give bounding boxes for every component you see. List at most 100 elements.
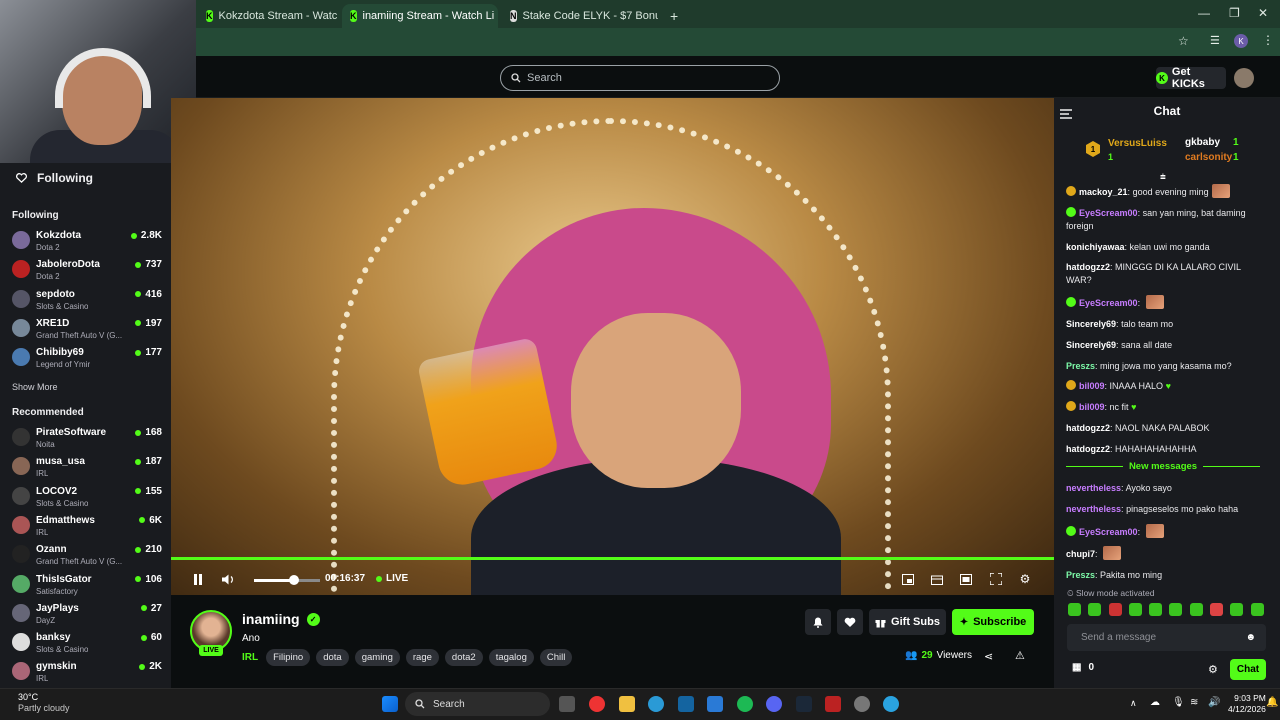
show-more-link[interactable]: Show More <box>12 382 58 392</box>
chat-username[interactable]: EyeScream00 <box>1079 298 1138 308</box>
chat-username[interactable]: bil009 <box>1079 381 1105 391</box>
dota-icon[interactable] <box>825 696 841 712</box>
chat-username[interactable]: nevertheless <box>1066 504 1121 514</box>
mini-player-icon[interactable] <box>900 571 916 587</box>
emote-icon[interactable] <box>1088 603 1102 616</box>
leader-name[interactable]: VersusLuiss <box>1108 138 1167 149</box>
outlook-icon[interactable] <box>707 696 723 712</box>
stream-tag[interactable]: gaming <box>354 649 400 666</box>
video-player[interactable] <box>171 98 1054 595</box>
get-kicks-button[interactable]: K Get KICKs <box>1156 66 1226 90</box>
stream-tag[interactable]: Filipino <box>266 649 311 666</box>
emote-icon[interactable] <box>1230 603 1244 616</box>
taskbar-clock[interactable]: 9:03 PM 4/12/2026 <box>1228 693 1266 715</box>
telegram-icon[interactable] <box>883 696 899 712</box>
sidebar-channel-item[interactable]: gymskin IRL 2K <box>12 659 162 687</box>
volume-icon[interactable] <box>220 571 236 587</box>
clip-icon[interactable] <box>929 571 945 587</box>
steam-icon[interactable] <box>796 696 812 712</box>
minimize-icon[interactable]: — <box>1198 6 1210 20</box>
edge-icon[interactable] <box>648 696 664 712</box>
chat-username[interactable]: bil009 <box>1079 402 1105 412</box>
microphone-icon[interactable]: 🎙 <box>1172 697 1185 708</box>
windows-start-icon[interactable] <box>382 696 398 712</box>
bookmark-star-icon[interactable]: ☆ <box>1178 34 1189 48</box>
follow-heart-button[interactable] <box>837 609 863 635</box>
store-icon[interactable] <box>678 696 694 712</box>
emoji-picker-icon[interactable]: ☻ <box>1245 632 1256 643</box>
speaker-icon[interactable]: 🔊 <box>1208 697 1220 708</box>
theater-mode-icon[interactable] <box>958 571 974 587</box>
sidebar-channel-item[interactable]: JaboleroDota Dota 2 737 <box>12 257 162 285</box>
volume-thumb[interactable] <box>288 575 299 585</box>
chat-username[interactable]: hatdogzz2 <box>1066 423 1110 433</box>
sidebar-channel-item[interactable]: Ozann Grand Theft Auto V (G... 210 <box>12 542 162 570</box>
sidebar-channel-item[interactable]: LOCOV2 Slots & Casino 155 <box>12 484 162 512</box>
close-window-icon[interactable]: ✕ <box>1258 6 1268 20</box>
weather-widget[interactable]: 30°C Partly cloudy <box>18 692 70 714</box>
user-avatar[interactable] <box>1234 68 1254 88</box>
subscribe-button[interactable]: ✦ Subscribe <box>952 609 1034 635</box>
following-nav[interactable]: Following <box>0 166 171 190</box>
search-input[interactable]: Search <box>500 65 780 91</box>
notification-bell-button[interactable] <box>805 609 831 635</box>
sidebar-channel-item[interactable]: sepdoto Slots & Casino 416 <box>12 287 162 315</box>
emote-icon[interactable] <box>1189 603 1203 616</box>
emote-icon[interactable] <box>1210 603 1224 616</box>
obs-icon[interactable] <box>854 696 870 712</box>
restore-icon[interactable]: ❐ <box>1229 6 1240 20</box>
live-progress-bar[interactable] <box>171 557 1054 560</box>
tray-cloud-icon[interactable]: ☁ <box>1150 697 1160 708</box>
stream-tag[interactable]: Chill <box>539 649 573 666</box>
discord-icon[interactable] <box>766 696 782 712</box>
settings-gear-icon[interactable]: ⚙ <box>1017 571 1033 587</box>
chat-username[interactable]: Sincerely69 <box>1066 319 1116 329</box>
chat-message-input[interactable]: Send a message ☻ <box>1067 624 1266 651</box>
tab-inamiing[interactable]: K inamiing Stream - Watch Li 🔈 ✕ <box>342 4 498 28</box>
reading-list-icon[interactable]: ☰ <box>1210 34 1220 47</box>
sidebar-channel-item[interactable]: Kokzdota Dota 2 2.8K <box>12 228 162 256</box>
category-link[interactable]: IRL <box>242 652 258 663</box>
emote-icon[interactable] <box>1108 603 1122 616</box>
file-explorer-icon[interactable] <box>619 696 635 712</box>
report-warning-icon[interactable]: ⚠ <box>1015 649 1025 662</box>
more-menu-icon[interactable]: ⋮ <box>1262 33 1274 47</box>
chrome-icon[interactable] <box>589 696 605 712</box>
sidebar-channel-item[interactable]: PirateSoftware Noita 168 <box>12 425 162 453</box>
chat-username[interactable]: Preszs <box>1066 570 1095 580</box>
new-tab-button[interactable]: + <box>662 4 682 28</box>
chat-username[interactable]: Preszs <box>1066 361 1095 371</box>
chat-username[interactable]: nevertheless <box>1066 483 1121 493</box>
sidebar-channel-item[interactable]: ThisIsGator Satisfactory 106 <box>12 572 162 600</box>
tab-stake[interactable]: N Stake Code ELYK - $7 Bonus + I ✕ <box>502 4 658 28</box>
fullscreen-icon[interactable] <box>988 571 1004 587</box>
sidebar-channel-item[interactable]: Edmatthews IRL 6K <box>12 513 162 541</box>
profile-avatar[interactable]: K <box>1234 34 1248 48</box>
sidebar-channel-item[interactable]: XRE1D Grand Theft Auto V (G... 197 <box>12 316 162 344</box>
stream-tag[interactable]: rage <box>405 649 439 666</box>
chat-settings-gear-icon[interactable]: ⚙ <box>1208 663 1218 676</box>
leader-name[interactable]: carlsonity <box>1185 152 1232 163</box>
emote-icon[interactable] <box>1149 603 1163 616</box>
chat-username[interactable]: hatdogzz2 <box>1066 262 1110 272</box>
chat-username[interactable]: Sincerely69 <box>1066 340 1116 350</box>
chat-username[interactable]: chupi7 <box>1066 549 1095 559</box>
chat-username[interactable]: konichiyawaa <box>1066 242 1125 252</box>
volume-slider[interactable] <box>254 575 320 585</box>
tray-chevron-icon[interactable]: ∧ <box>1130 698 1137 709</box>
emote-icon[interactable] <box>1250 603 1264 616</box>
chat-username[interactable]: mackoy_21 <box>1079 187 1128 197</box>
pinned-filter-icon[interactable]: ⩧ <box>1160 172 1166 183</box>
spotify-icon[interactable] <box>737 696 753 712</box>
emote-icon[interactable] <box>1068 603 1081 616</box>
emote-icon[interactable] <box>1169 603 1183 616</box>
stream-tag[interactable]: tagalog <box>488 649 534 666</box>
chat-username[interactable]: hatdogzz2 <box>1066 444 1110 454</box>
pause-icon[interactable] <box>190 571 206 587</box>
chat-username[interactable]: EyeScream00 <box>1079 527 1138 537</box>
emote-icon[interactable] <box>1128 603 1142 616</box>
gift-counter[interactable]: ▦ 0 <box>1072 662 1094 673</box>
task-view-icon[interactable] <box>559 696 575 712</box>
tab-kokzdota[interactable]: K Kokzdota Stream - Watch Live o <box>198 4 338 28</box>
sidebar-channel-item[interactable]: JayPlays DayZ 27 <box>12 601 162 629</box>
